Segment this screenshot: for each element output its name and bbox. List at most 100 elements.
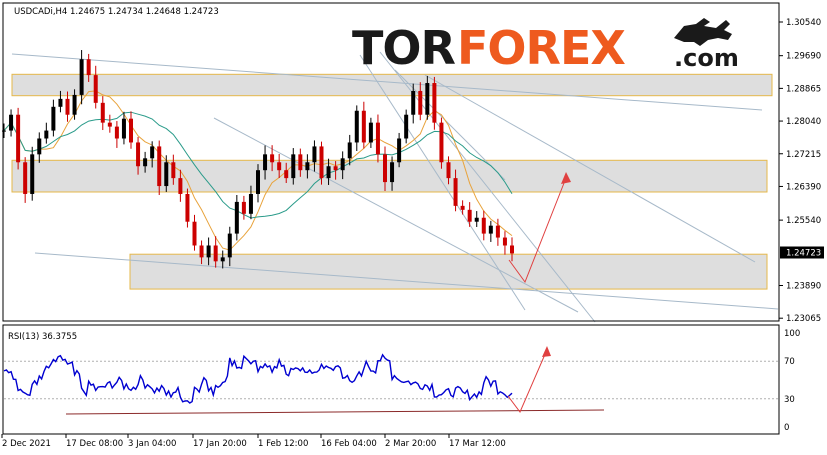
price-axis: 1.30540 1.29690 1.28865 1.28040 1.27215 1.263… (779, 18, 824, 324)
candle-body (298, 154, 303, 171)
logo-part-forex: FOREX (457, 21, 625, 75)
candle-body (121, 118, 126, 139)
candle-body (333, 166, 338, 171)
current-price-label: 1.24723 (786, 248, 821, 258)
candle-body (44, 130, 49, 139)
candle-body (185, 193, 190, 222)
price-axis-label: 1.23890 (786, 282, 821, 292)
candle-body (72, 94, 77, 115)
time-axis-label: 17 Mar 12:00 (449, 439, 506, 449)
candle-body (319, 146, 324, 179)
candle-body (213, 245, 218, 262)
candle-body (488, 225, 493, 234)
time-axis: 2 Dec 2021 17 Dec 08:00 3 Jan 04:00 17 Jan … (1, 434, 506, 449)
bull-icon (674, 18, 732, 46)
candle-body (432, 83, 437, 123)
price-axis-label: 1.29690 (786, 52, 821, 62)
candle-body (375, 122, 380, 155)
candle-body (474, 217, 479, 222)
candle-body (361, 110, 366, 143)
candle-body (291, 154, 296, 179)
logo-part-tor: TOR (352, 21, 455, 75)
candle-body (495, 225, 500, 238)
candle-body (234, 201, 239, 234)
time-axis-label: 17 Jan 20:00 (193, 439, 247, 449)
price-axis-label: 1.28040 (786, 117, 821, 127)
candle-body (284, 170, 289, 179)
candle-body (446, 162, 451, 179)
candle-body (16, 114, 21, 163)
candle-body (312, 146, 317, 163)
rsi-axis-label: 70 (784, 357, 795, 367)
candle-body (227, 233, 232, 258)
price-axis-label: 1.27215 (786, 150, 821, 160)
candle-body (277, 162, 282, 171)
candle-body (114, 126, 119, 139)
rsi-axis-label: 100 (784, 329, 800, 339)
candle-body (340, 158, 345, 171)
chart-header-info: USDCADi,H4 1.24675 1.24734 1.24648 1.247… (14, 7, 219, 17)
candle-body (411, 90, 416, 115)
candle-body (404, 114, 409, 139)
candle-body (37, 138, 42, 155)
rsi-panel-frame (2, 324, 780, 435)
candle-body (100, 102, 105, 123)
time-axis-label: 2 Mar 20:00 (385, 439, 436, 449)
candle-body (51, 106, 56, 131)
candle-body (397, 138, 402, 163)
time-axis-label: 2 Dec 2021 (2, 439, 51, 449)
candle-body (9, 114, 14, 131)
candle-body (383, 154, 387, 183)
candle-body (136, 142, 141, 167)
price-panel (2, 50, 779, 323)
time-axis-label: 1 Feb 12:00 (258, 439, 308, 449)
candle-body (502, 237, 507, 246)
price-axis-label: 1.28865 (786, 84, 821, 94)
rsi-forecast-arrow-head (542, 346, 551, 357)
rsi-axis: 100 70 30 0 (784, 329, 800, 433)
candle-body (171, 162, 176, 179)
candle-body (270, 154, 275, 163)
candle-body (390, 162, 395, 183)
candle-body (129, 118, 133, 143)
rsi-axis-label: 30 (784, 395, 795, 405)
time-axis-label: 17 Dec 08:00 (66, 439, 123, 449)
price-axis-label: 1.26390 (786, 182, 821, 192)
candle-body (305, 162, 310, 171)
candle-body (354, 110, 359, 143)
candle-body (164, 162, 169, 187)
candle-body (248, 193, 253, 214)
support-resistance-zone (11, 73, 773, 97)
price-axis-label: 1.30540 (786, 18, 821, 28)
candle-body (206, 245, 211, 258)
candle-body (143, 158, 148, 167)
candle-body (467, 209, 472, 222)
candle-body (199, 245, 204, 258)
candle-body (368, 122, 373, 143)
candle-body (93, 75, 98, 103)
time-axis-label: 3 Jan 04:00 (128, 439, 176, 449)
candle-body (157, 146, 162, 187)
candle-body (65, 98, 70, 115)
candle-body (79, 59, 84, 95)
candle-body (326, 166, 331, 179)
candle-body (23, 162, 28, 194)
logo-part-com: .com (674, 44, 739, 72)
candle-body (418, 90, 423, 115)
rsi-panel (3, 346, 778, 415)
support-resistance-zone (11, 159, 768, 193)
candle-body (107, 122, 112, 127)
candle-body (150, 146, 155, 159)
price-axis-label: 1.25540 (786, 216, 821, 226)
candle-body (460, 205, 465, 210)
candle-body (263, 154, 268, 171)
candle-body (58, 98, 63, 107)
rsi-label: RSI(13) 36.3755 (8, 332, 77, 342)
candle-body (347, 142, 352, 159)
candle-body (439, 122, 444, 163)
rsi-support-line (65, 409, 605, 415)
candle-body (220, 257, 225, 262)
time-axis-label: 16 Feb 04:00 (321, 439, 377, 449)
candle-body (425, 83, 430, 115)
rsi-line (3, 353, 513, 404)
